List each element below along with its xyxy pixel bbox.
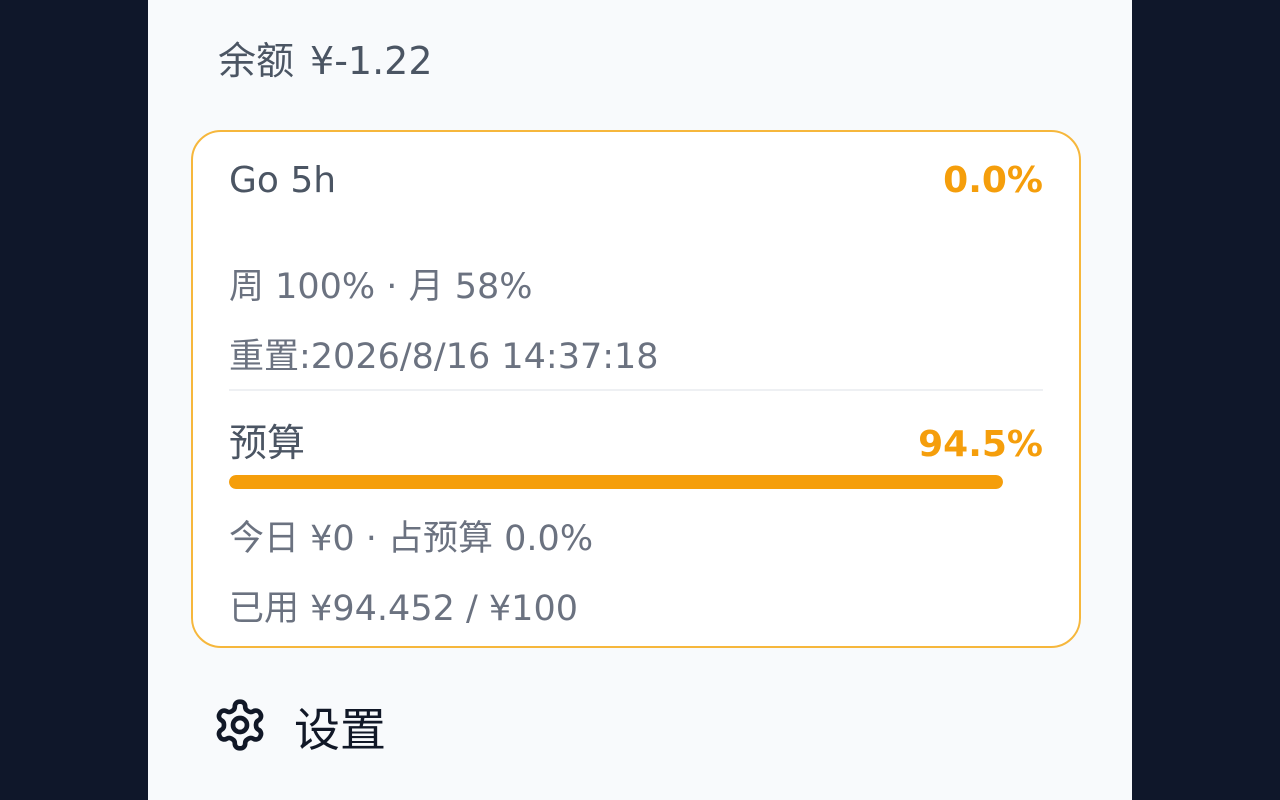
usage-panel: 余额 ¥-1.22 Go 5h 0.0% 周 100% · 月 58% 重置:20… xyxy=(148,0,1132,800)
balance-display: 余额 ¥-1.22 xyxy=(218,30,433,85)
budget-today-text: 今日 ¥0 · 占预算 0.0% xyxy=(229,519,594,559)
plan-name: Go 5h xyxy=(229,160,337,201)
budget-used-text: 已用 ¥94.452 / ¥100 xyxy=(229,589,578,629)
plan-usage-text: 周 100% · 月 58% xyxy=(229,267,533,307)
budget-label: 预算 xyxy=(229,421,306,465)
plan-reset-text: 重置:2026/8/16 14:37:18 xyxy=(229,337,659,377)
balance-value: ¥-1.22 xyxy=(310,39,433,83)
settings-button[interactable]: 设置 xyxy=(212,694,386,760)
budget-progress-fill xyxy=(229,475,1003,489)
card-divider xyxy=(229,389,1043,391)
settings-label: 设置 xyxy=(294,703,386,757)
budget-percent: 94.5% xyxy=(918,424,1043,465)
budget-header: 预算 94.5% xyxy=(229,412,1043,467)
balance-label: 余额 xyxy=(218,39,295,83)
gear-icon xyxy=(212,697,268,757)
budget-progress-bar xyxy=(229,475,1003,489)
plan-percent: 0.0% xyxy=(943,160,1043,201)
plan-header: Go 5h 0.0% xyxy=(229,160,1043,201)
usage-card: Go 5h 0.0% 周 100% · 月 58% 重置:2026/8/16 1… xyxy=(191,130,1081,648)
